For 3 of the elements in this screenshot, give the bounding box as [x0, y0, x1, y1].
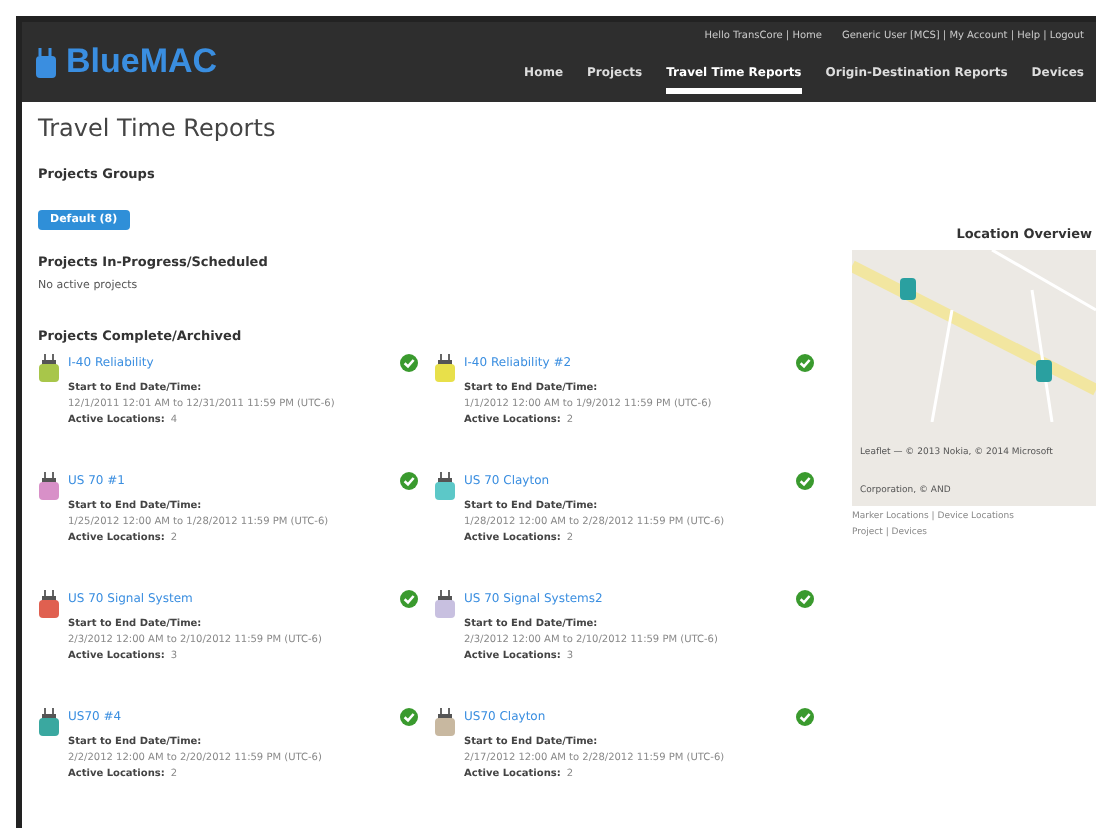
page-title: Travel Time Reports — [38, 114, 278, 142]
logo-text: BlueMAC — [66, 42, 218, 82]
logo-icon — [34, 46, 58, 78]
